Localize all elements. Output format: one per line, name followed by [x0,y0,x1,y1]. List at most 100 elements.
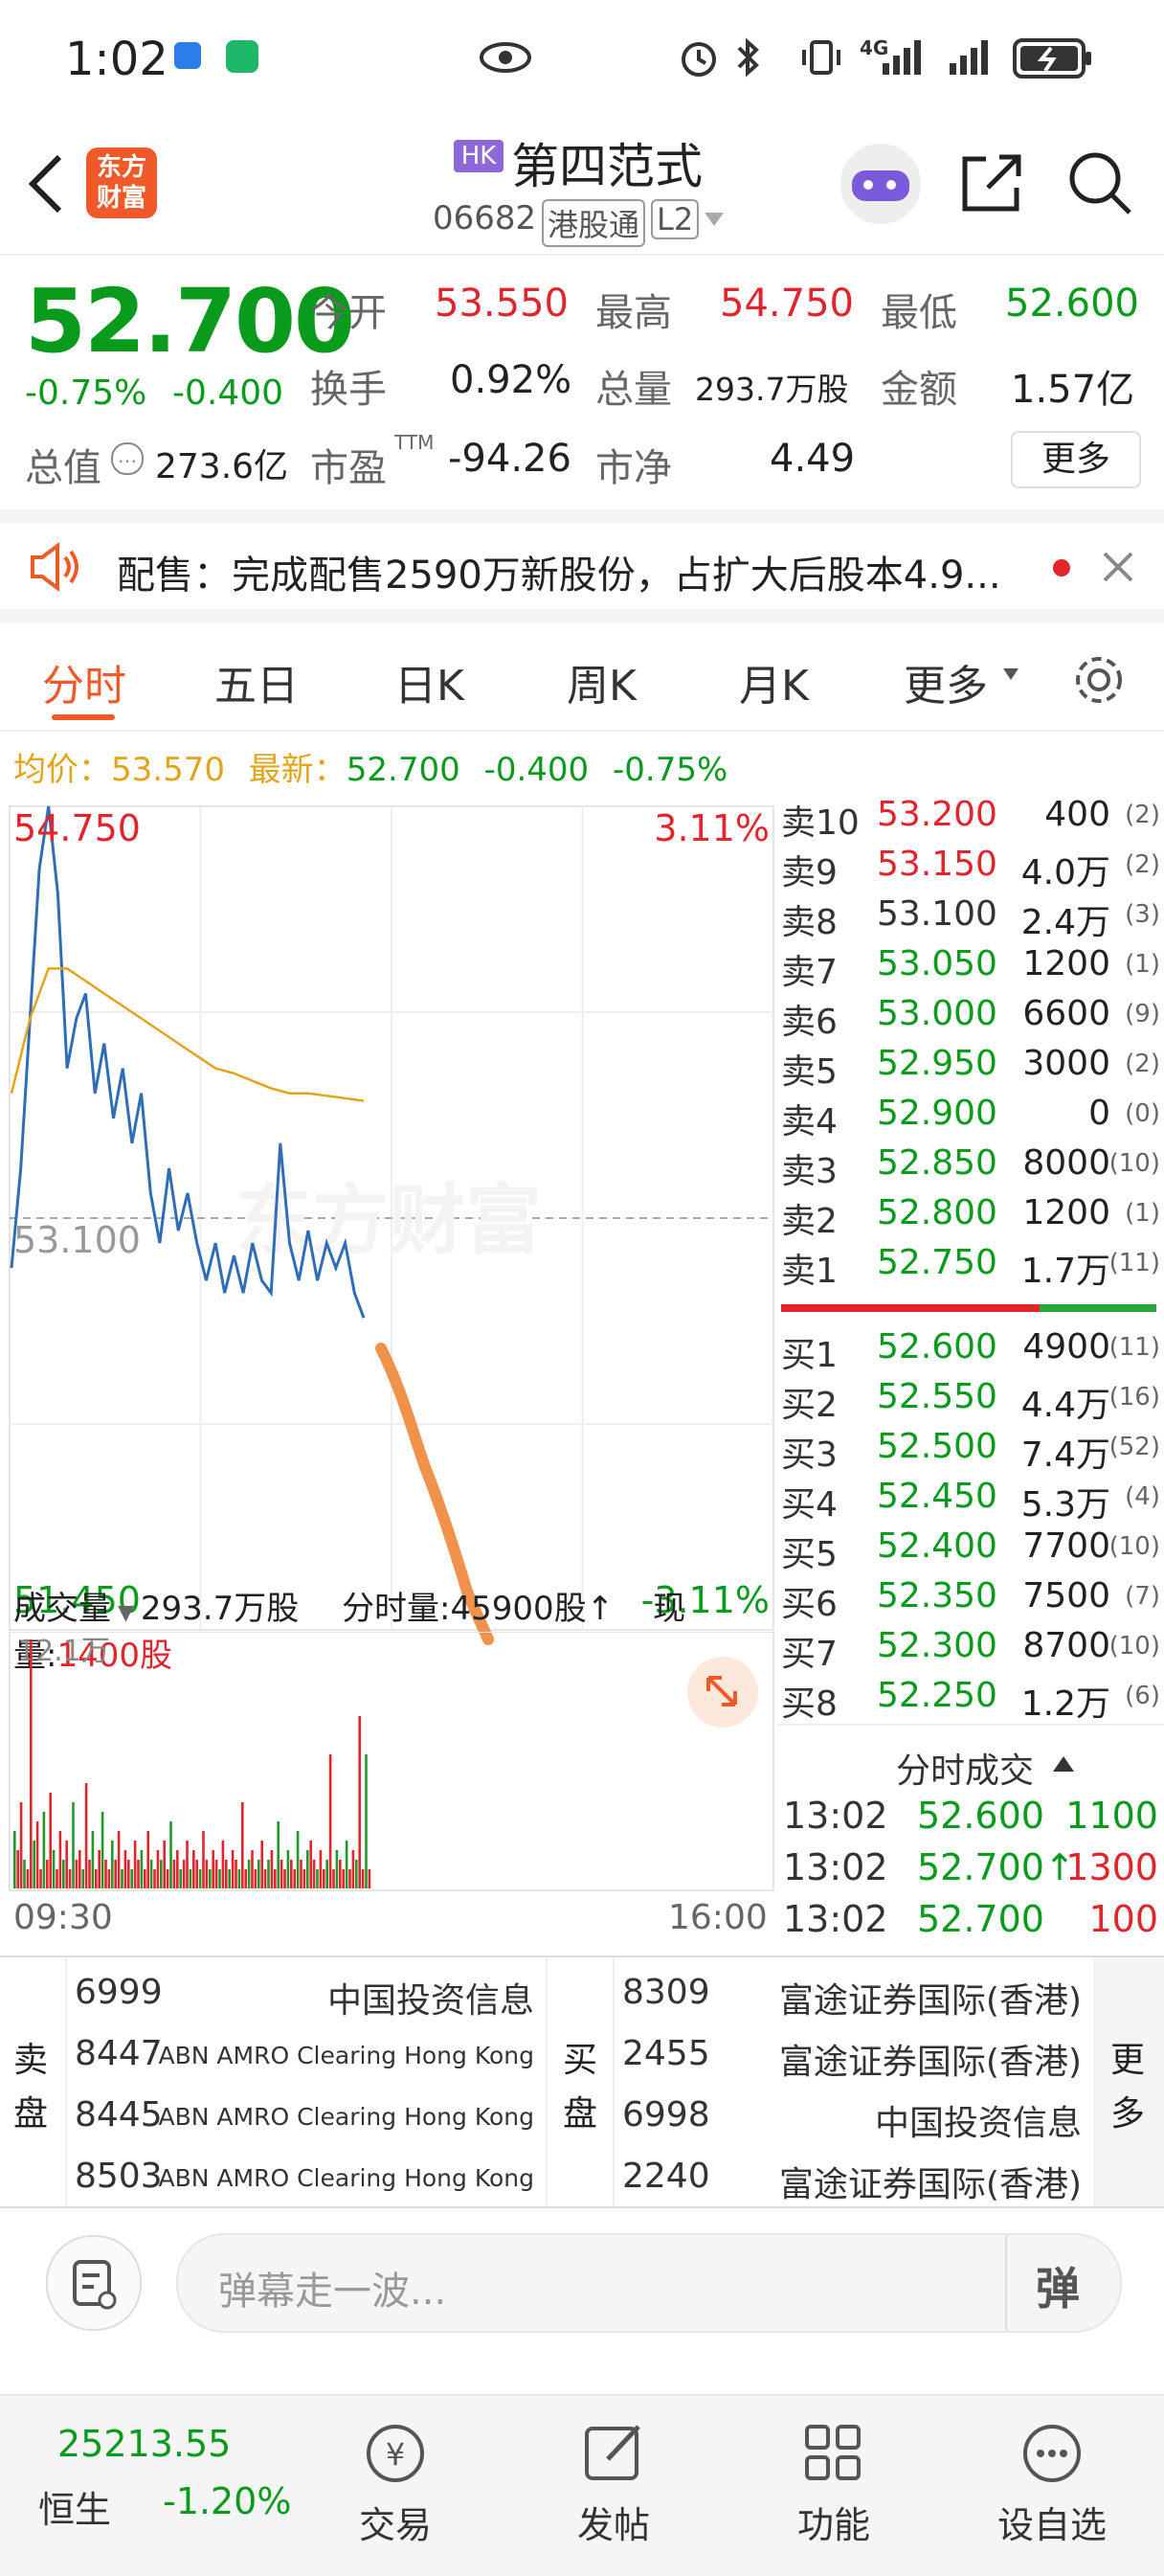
nav-features[interactable]: 功能 [762,2415,906,2548]
share-icon[interactable] [959,149,1026,216]
hsi-value[interactable]: 25213.55 [57,2423,231,2465]
order-volume: 0 [1088,1094,1110,1133]
danmu-input[interactable]: 弹幕走一波... 弹 [176,2233,1122,2333]
broker-code: 8445 [75,2095,163,2135]
volume-bar [46,1860,49,1888]
back-arrow-icon[interactable] [21,151,69,218]
order-volume: 1.2万 [1020,1684,1110,1724]
broker-row[interactable]: 6998 中国投资信息 [622,2090,1091,2143]
logo-text-2: 财富 [96,184,146,213]
trade-ticks[interactable]: 分时成交 13:02 52.600 1100 13:02 52.700↑ 1300 13:0… [777,1743,1164,1955]
order-book-row[interactable]: 卖2 52.800 1200 (1) [777,1193,1164,1243]
order-price: 52.450 [877,1477,997,1516]
tab-daily-k[interactable]: 日K [394,651,464,712]
tab-monthly-k[interactable]: 月K [739,651,809,712]
stock-name[interactable]: 第四范式 [511,128,703,197]
current-price: 52.700 [25,270,355,373]
volume-bar [186,1841,189,1888]
volume-bar [251,1850,254,1888]
nav-post[interactable]: 发帖 [542,2415,685,2548]
volume-bar [228,1869,231,1888]
order-book-row[interactable]: 买8 52.250 1.2万 (6) [777,1676,1164,1726]
robot-assistant-icon[interactable] [840,144,921,224]
tab-intraday[interactable]: 分时 [42,651,126,712]
order-volume: 6600 [1022,994,1110,1033]
buy-side-label: 买盘 [563,2034,603,2141]
logo-text: 东方 [96,153,146,182]
volume-header: 成交量 ▼ 293.7万股 分时量:45900股↑ 现量:1400股 [13,1582,775,1675]
order-book-row[interactable]: 买4 52.450 5.3万 (4) [777,1477,1164,1526]
latest-value: 52.700 [346,751,460,789]
broker-more-button[interactable]: 更多 [1093,1957,1164,2206]
volume-bar [114,1860,117,1888]
order-volume: 2.4万 [1020,903,1110,942]
broker-row[interactable]: 8503 ABN AMRO Clearing Hong Kong [75,2151,544,2204]
order-book-row[interactable]: 卖7 53.050 1200 (1) [777,944,1164,994]
broker-name: 中国投资信息 [326,1981,534,2021]
order-book-row[interactable]: 卖9 53.150 4.0万 (2) [777,845,1164,894]
notes-button[interactable] [46,2235,142,2331]
order-volume: 4.0万 [1020,853,1110,893]
order-price: 52.350 [877,1576,997,1616]
pe-value: -94.26 [448,437,571,481]
order-book-row[interactable]: 卖4 52.900 0 (0) [777,1094,1164,1143]
order-book-row[interactable]: 卖5 52.950 3000 (2) [777,1044,1164,1094]
close-icon[interactable] [1101,550,1135,584]
volume-bar [260,1841,263,1888]
order-book-row[interactable]: 卖3 52.850 8000 (10) [777,1143,1164,1193]
stock-code: 06682 [433,199,537,237]
volume-dropdown-icon[interactable]: ▼ [111,1601,141,1625]
expand-chart-button[interactable] [687,1657,758,1728]
notice-bar[interactable]: 配售：完成配售2590万新股份，占扩大后股本4.9... [0,509,1164,622]
volume-bar [290,1860,293,1888]
order-volume: 3000 [1022,1044,1110,1083]
order-book-row[interactable]: 买2 52.550 4.4万 (16) [777,1377,1164,1427]
broker-row[interactable]: 8445 ABN AMRO Clearing Hong Kong [75,2090,544,2143]
broker-row[interactable]: 6999 中国投资信息 [75,1967,544,2021]
volume-bar [91,1831,95,1888]
tab-five-day[interactable]: 五日 [214,651,299,712]
broker-row[interactable]: 2240 富途证券国际(香港) [622,2151,1091,2204]
order-book-row[interactable]: 卖1 52.750 1.7万 (11) [777,1243,1164,1293]
volume-bar [351,1850,355,1888]
turnover-value: 0.92% [450,358,572,402]
nav-features-label: 功能 [796,2504,870,2546]
broker-row[interactable]: 2455 富途证券国际(香港) [622,2028,1091,2082]
trade-price: 52.700 [917,1898,1044,1940]
dropdown-icon[interactable] [703,211,726,228]
order-book-row[interactable]: 买5 52.400 7700 (10) [777,1526,1164,1576]
trade-volume: 1300 [1065,1846,1158,1888]
volume-bar [214,1860,218,1888]
volume-bar [33,1841,35,1888]
broker-row[interactable]: 8447 ABN AMRO Clearing Hong Kong [75,2028,544,2082]
volume-bar [270,1850,274,1888]
nav-add-watchlist[interactable]: 设自选 [980,2415,1124,2548]
volume-bar [176,1850,179,1888]
nav-trade[interactable]: ¥ 交易 [324,2415,467,2548]
more-button[interactable]: 更多 [1011,431,1141,488]
order-book-row[interactable]: 买3 52.500 7.4万 (52) [777,1427,1164,1477]
order-book-row[interactable]: 买7 52.300 8700 (10) [777,1626,1164,1676]
order-book-row[interactable]: 卖6 53.000 6600 (9) [777,994,1164,1044]
period-volume: 45900股↑ [450,1590,615,1628]
search-icon[interactable] [1066,149,1133,216]
broker-row[interactable]: 8309 富途证券国际(香港) [622,1967,1091,2021]
order-book-row[interactable]: 卖8 53.100 2.4万 (3) [777,894,1164,944]
danmu-toggle-button[interactable]: 弹 [1036,2254,1080,2317]
change-value: -0.400 [172,373,284,413]
order-book-row[interactable]: 卖10 53.200 400 (2) [777,795,1164,845]
settings-gear-icon[interactable] [1070,651,1128,709]
nav-add-watchlist-label: 设自选 [996,2504,1107,2546]
notes-icon [73,2260,117,2310]
volume-bar [241,1802,244,1888]
order-price: 53.050 [877,944,997,983]
order-count: (1) [1125,1199,1160,1228]
tab-weekly-k[interactable]: 周K [567,651,637,712]
order-book-row[interactable]: 买1 52.600 4900 (11) [777,1327,1164,1377]
tab-more[interactable]: 更多 [904,651,988,712]
comment-bar: 弹幕走一波... 弹 [0,2204,1164,2358]
pe-label: 市盈 [310,446,387,490]
order-book-row[interactable]: 买6 52.350 7500 (7) [777,1576,1164,1626]
info-icon[interactable]: … [111,442,144,475]
volume-label[interactable]: 成交量 [13,1590,111,1628]
